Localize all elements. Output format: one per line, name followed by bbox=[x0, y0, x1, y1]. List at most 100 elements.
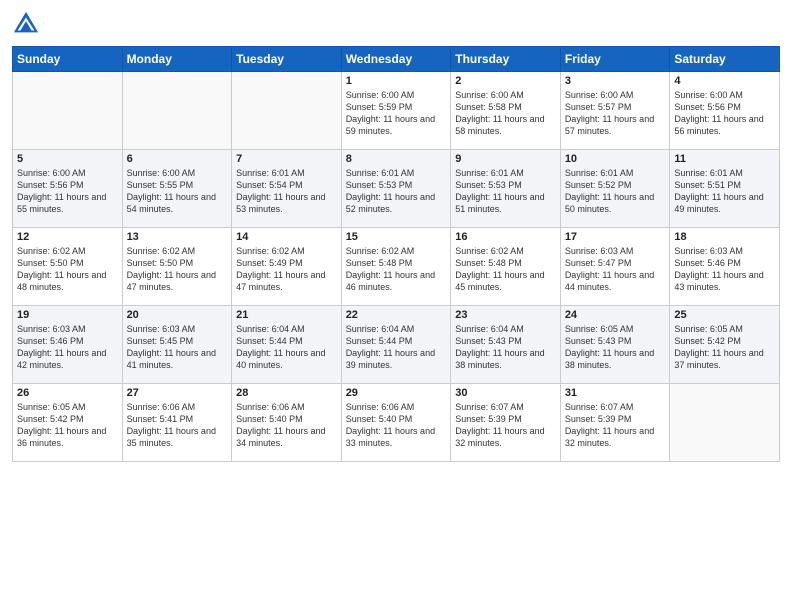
day-info: Sunrise: 6:06 AM Sunset: 5:40 PM Dayligh… bbox=[346, 401, 447, 450]
calendar-week-0: 1 Sunrise: 6:00 AM Sunset: 5:59 PM Daylig… bbox=[13, 72, 780, 150]
weekday-saturday: Saturday bbox=[670, 47, 780, 72]
day-number: 23 bbox=[455, 309, 556, 321]
day-info: Sunrise: 6:02 AM Sunset: 5:50 PM Dayligh… bbox=[127, 245, 228, 294]
calendar-week-1: 5 Sunrise: 6:00 AM Sunset: 5:56 PM Daylig… bbox=[13, 150, 780, 228]
calendar-cell: 24Sunrise: 6:05 AM Sunset: 5:43 PM Dayli… bbox=[560, 306, 670, 384]
calendar-cell: 30 Sunrise: 6:07 AM Sunset: 5:39 PM Dayli… bbox=[451, 384, 561, 462]
page-container: SundayMondayTuesdayWednesdayThursdayFrid… bbox=[0, 0, 792, 612]
day-number: 22 bbox=[346, 309, 447, 321]
calendar-cell: 18 Sunrise: 6:03 AM Sunset: 5:46 PM Dayli… bbox=[670, 228, 780, 306]
weekday-tuesday: Tuesday bbox=[232, 47, 342, 72]
day-info: Sunrise: 6:01 AM Sunset: 5:54 PM Dayligh… bbox=[236, 167, 337, 216]
calendar-cell: 11 Sunrise: 6:01 AM Sunset: 5:51 PM Dayli… bbox=[670, 150, 780, 228]
calendar-cell: 29 Sunrise: 6:06 AM Sunset: 5:40 PM Dayli… bbox=[341, 384, 451, 462]
day-info: Sunrise: 6:07 AM Sunset: 5:39 PM Dayligh… bbox=[565, 401, 666, 450]
day-info: Sunrise: 6:00 AM Sunset: 5:59 PM Dayligh… bbox=[346, 89, 447, 138]
day-number: 10 bbox=[565, 153, 666, 165]
day-number: 3 bbox=[565, 75, 666, 87]
calendar-header: SundayMondayTuesdayWednesdayThursdayFrid… bbox=[13, 47, 780, 72]
day-info: Sunrise: 6:01 AM Sunset: 5:52 PM Dayligh… bbox=[565, 167, 666, 216]
day-info: Sunrise: 6:00 AM Sunset: 5:58 PM Dayligh… bbox=[455, 89, 556, 138]
calendar-cell: 13 Sunrise: 6:02 AM Sunset: 5:50 PM Dayli… bbox=[122, 228, 232, 306]
day-number: 5 bbox=[17, 153, 118, 165]
day-number: 27 bbox=[127, 387, 228, 399]
calendar-cell: 27 Sunrise: 6:06 AM Sunset: 5:41 PM Dayli… bbox=[122, 384, 232, 462]
day-info: Sunrise: 6:03 AM Sunset: 5:45 PM Dayligh… bbox=[127, 323, 228, 372]
weekday-monday: Monday bbox=[122, 47, 232, 72]
day-info: Sunrise: 6:06 AM Sunset: 5:41 PM Dayligh… bbox=[127, 401, 228, 450]
weekday-thursday: Thursday bbox=[451, 47, 561, 72]
day-info: Sunrise: 6:02 AM Sunset: 5:50 PM Dayligh… bbox=[17, 245, 118, 294]
calendar-body: 1 Sunrise: 6:00 AM Sunset: 5:59 PM Daylig… bbox=[13, 72, 780, 462]
header bbox=[12, 10, 780, 38]
day-info: Sunrise: 6:01 AM Sunset: 5:53 PM Dayligh… bbox=[346, 167, 447, 216]
calendar-cell: 12 Sunrise: 6:02 AM Sunset: 5:50 PM Dayli… bbox=[13, 228, 123, 306]
day-info: Sunrise: 6:02 AM Sunset: 5:49 PM Dayligh… bbox=[236, 245, 337, 294]
day-info: Sunrise: 6:05 AM Sunset: 5:42 PM Dayligh… bbox=[674, 323, 775, 372]
day-info: Sunrise: 6:00 AM Sunset: 5:55 PM Dayligh… bbox=[127, 167, 228, 216]
day-number: 20 bbox=[127, 309, 228, 321]
calendar-cell: 25 Sunrise: 6:05 AM Sunset: 5:42 PM Dayli… bbox=[670, 306, 780, 384]
day-info: Sunrise: 6:04 AM Sunset: 5:44 PM Dayligh… bbox=[346, 323, 447, 372]
calendar-cell bbox=[232, 72, 342, 150]
calendar-cell: 31 Sunrise: 6:07 AM Sunset: 5:39 PM Dayli… bbox=[560, 384, 670, 462]
calendar-cell: 17Sunrise: 6:03 AM Sunset: 5:47 PM Dayli… bbox=[560, 228, 670, 306]
day-number: 4 bbox=[674, 75, 775, 87]
weekday-wednesday: Wednesday bbox=[341, 47, 451, 72]
day-number: 14 bbox=[236, 231, 337, 243]
day-number: 28 bbox=[236, 387, 337, 399]
day-info: Sunrise: 6:01 AM Sunset: 5:53 PM Dayligh… bbox=[455, 167, 556, 216]
calendar-cell: 22 Sunrise: 6:04 AM Sunset: 5:44 PM Dayli… bbox=[341, 306, 451, 384]
day-number: 7 bbox=[236, 153, 337, 165]
calendar-week-2: 12 Sunrise: 6:02 AM Sunset: 5:50 PM Dayli… bbox=[13, 228, 780, 306]
day-number: 6 bbox=[127, 153, 228, 165]
calendar-cell: 28 Sunrise: 6:06 AM Sunset: 5:40 PM Dayli… bbox=[232, 384, 342, 462]
calendar-cell: 19Sunrise: 6:03 AM Sunset: 5:46 PM Dayli… bbox=[13, 306, 123, 384]
day-info: Sunrise: 6:01 AM Sunset: 5:51 PM Dayligh… bbox=[674, 167, 775, 216]
calendar-cell: 23 Sunrise: 6:04 AM Sunset: 5:43 PM Dayli… bbox=[451, 306, 561, 384]
day-number: 13 bbox=[127, 231, 228, 243]
day-info: Sunrise: 6:06 AM Sunset: 5:40 PM Dayligh… bbox=[236, 401, 337, 450]
day-info: Sunrise: 6:07 AM Sunset: 5:39 PM Dayligh… bbox=[455, 401, 556, 450]
day-info: Sunrise: 6:00 AM Sunset: 5:56 PM Dayligh… bbox=[17, 167, 118, 216]
day-number: 19 bbox=[17, 309, 118, 321]
day-info: Sunrise: 6:03 AM Sunset: 5:46 PM Dayligh… bbox=[674, 245, 775, 294]
logo bbox=[12, 10, 44, 38]
day-number: 11 bbox=[674, 153, 775, 165]
calendar-cell: 3 Sunrise: 6:00 AM Sunset: 5:57 PM Daylig… bbox=[560, 72, 670, 150]
day-number: 21 bbox=[236, 309, 337, 321]
weekday-sunday: Sunday bbox=[13, 47, 123, 72]
calendar-cell: 6 Sunrise: 6:00 AM Sunset: 5:55 PM Daylig… bbox=[122, 150, 232, 228]
logo-icon bbox=[12, 10, 40, 38]
day-info: Sunrise: 6:02 AM Sunset: 5:48 PM Dayligh… bbox=[455, 245, 556, 294]
calendar-cell bbox=[122, 72, 232, 150]
calendar-cell: 5 Sunrise: 6:00 AM Sunset: 5:56 PM Daylig… bbox=[13, 150, 123, 228]
calendar-cell: 7 Sunrise: 6:01 AM Sunset: 5:54 PM Daylig… bbox=[232, 150, 342, 228]
calendar-cell: 10 Sunrise: 6:01 AM Sunset: 5:52 PM Dayli… bbox=[560, 150, 670, 228]
calendar-cell: 16 Sunrise: 6:02 AM Sunset: 5:48 PM Dayli… bbox=[451, 228, 561, 306]
day-info: Sunrise: 6:04 AM Sunset: 5:43 PM Dayligh… bbox=[455, 323, 556, 372]
calendar-cell: 2Sunrise: 6:00 AM Sunset: 5:58 PM Daylig… bbox=[451, 72, 561, 150]
day-number: 16 bbox=[455, 231, 556, 243]
day-number: 1 bbox=[346, 75, 447, 87]
day-info: Sunrise: 6:00 AM Sunset: 5:57 PM Dayligh… bbox=[565, 89, 666, 138]
day-number: 12 bbox=[17, 231, 118, 243]
calendar-cell bbox=[670, 384, 780, 462]
day-number: 24 bbox=[565, 309, 666, 321]
day-number: 26 bbox=[17, 387, 118, 399]
calendar-cell: 26Sunrise: 6:05 AM Sunset: 5:42 PM Dayli… bbox=[13, 384, 123, 462]
day-info: Sunrise: 6:03 AM Sunset: 5:47 PM Dayligh… bbox=[565, 245, 666, 294]
calendar-cell: 15Sunrise: 6:02 AM Sunset: 5:48 PM Dayli… bbox=[341, 228, 451, 306]
weekday-friday: Friday bbox=[560, 47, 670, 72]
calendar-week-4: 26Sunrise: 6:05 AM Sunset: 5:42 PM Dayli… bbox=[13, 384, 780, 462]
day-number: 18 bbox=[674, 231, 775, 243]
calendar-cell: 14 Sunrise: 6:02 AM Sunset: 5:49 PM Dayli… bbox=[232, 228, 342, 306]
weekday-header-row: SundayMondayTuesdayWednesdayThursdayFrid… bbox=[13, 47, 780, 72]
calendar-cell bbox=[13, 72, 123, 150]
day-number: 8 bbox=[346, 153, 447, 165]
day-number: 30 bbox=[455, 387, 556, 399]
day-number: 29 bbox=[346, 387, 447, 399]
day-number: 31 bbox=[565, 387, 666, 399]
day-number: 25 bbox=[674, 309, 775, 321]
day-info: Sunrise: 6:04 AM Sunset: 5:44 PM Dayligh… bbox=[236, 323, 337, 372]
